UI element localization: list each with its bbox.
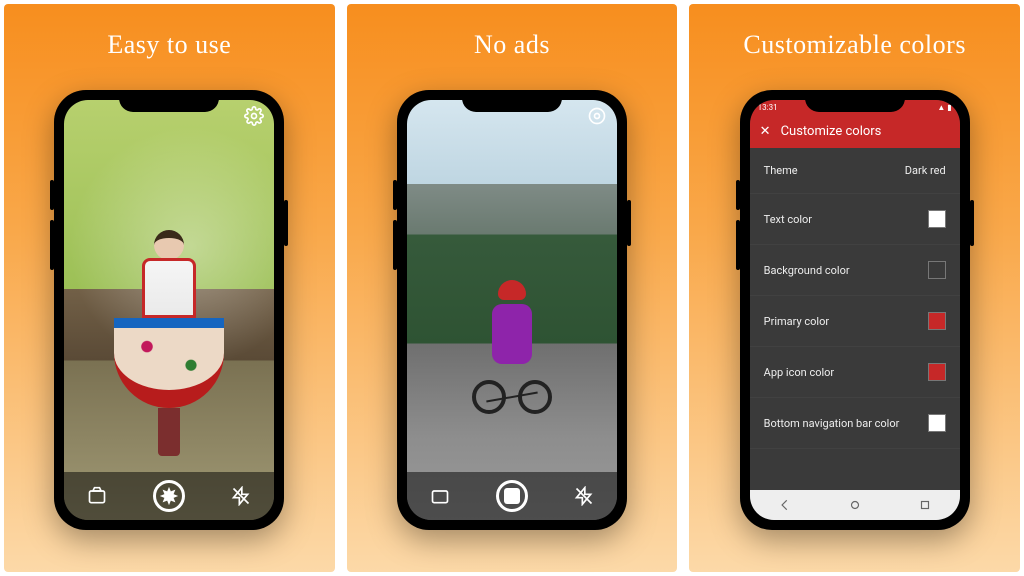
close-icon[interactable]: ✕ xyxy=(760,124,771,139)
setting-value: Dark red xyxy=(905,164,946,177)
camera-top-controls xyxy=(244,106,264,126)
setting-row-text-color[interactable]: Text color xyxy=(750,194,960,245)
color-swatch[interactable] xyxy=(928,210,946,228)
camera-top-controls xyxy=(587,106,607,126)
setting-label: App icon color xyxy=(764,366,834,379)
flash-off-icon[interactable] xyxy=(231,486,251,506)
camera-viewfinder xyxy=(407,100,617,520)
phone-screen xyxy=(64,100,274,520)
setting-row-primary-color[interactable]: Primary color xyxy=(750,296,960,347)
subject-person xyxy=(114,230,224,460)
back-icon[interactable] xyxy=(778,498,792,512)
android-nav-bar xyxy=(750,490,960,520)
phone-side-button xyxy=(393,180,397,210)
phone-mock xyxy=(54,90,284,530)
camera-bottom-bar xyxy=(64,472,274,520)
gear-icon[interactable] xyxy=(587,106,607,126)
camera-viewfinder xyxy=(64,100,274,520)
app-bar: ✕ Customize colors xyxy=(750,114,960,148)
promo-panel-easy: Easy to use xyxy=(4,4,335,572)
phone-screen: 13:31 ▲ ▮ ✕ Customize colors Theme Dark … xyxy=(750,100,960,520)
setting-label: Primary color xyxy=(764,315,829,328)
promo-panel-colors: Customizable colors 13:31 ▲ ▮ ✕ Customiz… xyxy=(689,4,1020,572)
switch-camera-icon[interactable] xyxy=(430,486,450,506)
phone-side-button xyxy=(736,220,740,270)
home-icon[interactable] xyxy=(848,498,862,512)
phone-side-button xyxy=(50,180,54,210)
setting-label: Bottom navigation bar color xyxy=(764,417,900,430)
setting-label: Text color xyxy=(764,213,812,226)
subject-cyclist xyxy=(467,280,557,460)
phone-side-button xyxy=(284,200,288,246)
panel-headline: Customizable colors xyxy=(743,30,966,60)
promo-panel-noads: No ads xyxy=(347,4,678,572)
setting-row-bottom-nav-color[interactable]: Bottom navigation bar color xyxy=(750,398,960,449)
phone-side-button xyxy=(627,200,631,246)
setting-label: Background color xyxy=(764,264,850,277)
recents-icon[interactable] xyxy=(918,498,932,512)
record-stop-button[interactable] xyxy=(496,480,528,512)
setting-label: Theme xyxy=(764,164,798,177)
panel-headline: Easy to use xyxy=(107,30,231,60)
panel-headline: No ads xyxy=(474,30,550,60)
status-bar: 13:31 ▲ ▮ xyxy=(750,100,960,114)
phone-mock xyxy=(397,90,627,530)
color-swatch[interactable] xyxy=(928,414,946,432)
setting-row-theme[interactable]: Theme Dark red xyxy=(750,148,960,194)
phone-mock: 13:31 ▲ ▮ ✕ Customize colors Theme Dark … xyxy=(740,90,970,530)
flash-off-icon[interactable] xyxy=(574,486,594,506)
color-swatch[interactable] xyxy=(928,261,946,279)
phone-side-button xyxy=(736,180,740,210)
shutter-button[interactable] xyxy=(153,480,185,512)
gear-icon[interactable] xyxy=(244,106,264,126)
phone-side-button xyxy=(50,220,54,270)
status-icons: ▲ ▮ xyxy=(937,103,951,112)
setting-row-background-color[interactable]: Background color xyxy=(750,245,960,296)
setting-row-app-icon-color[interactable]: App icon color xyxy=(750,347,960,398)
status-time: 13:31 xyxy=(758,103,778,112)
camera-bottom-bar xyxy=(407,472,617,520)
switch-camera-icon[interactable] xyxy=(87,486,107,506)
color-swatch[interactable] xyxy=(928,363,946,381)
phone-screen xyxy=(407,100,617,520)
color-swatch[interactable] xyxy=(928,312,946,330)
appbar-title: Customize colors xyxy=(781,124,882,139)
phone-side-button xyxy=(970,200,974,246)
phone-side-button xyxy=(393,220,397,270)
